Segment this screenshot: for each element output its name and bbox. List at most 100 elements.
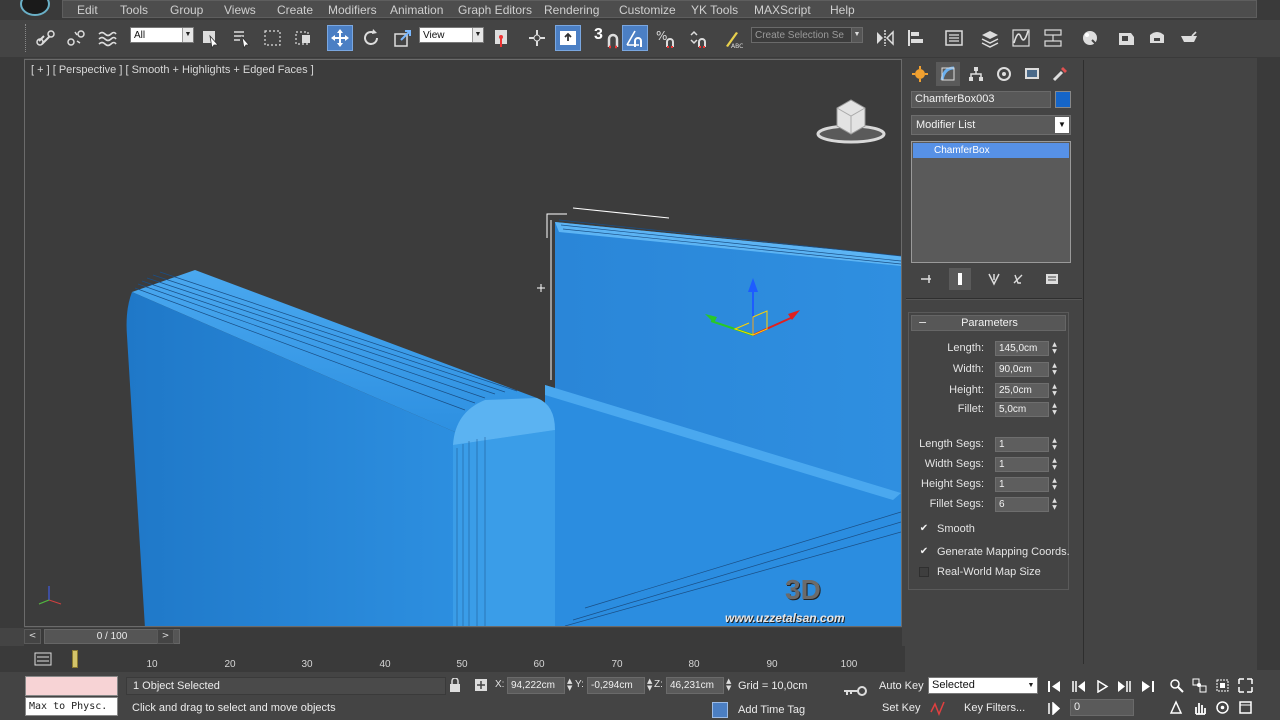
mapping-coords-checkbox[interactable]: ✔ Generate Mapping Coords. (919, 546, 1074, 560)
width-field[interactable]: 90,0cm (995, 362, 1049, 377)
zoom-extents-all-icon[interactable] (1236, 676, 1254, 694)
previous-frame-icon[interactable] (1070, 678, 1088, 694)
render-icon[interactable] (1176, 25, 1202, 51)
width-segs-spinner[interactable]: ▲ ▼ (1050, 457, 1059, 472)
fillet-segs-spinner[interactable]: ▲ ▼ (1050, 497, 1059, 512)
unlink-icon[interactable] (63, 25, 89, 51)
add-time-tag[interactable]: Add Time Tag (738, 704, 805, 716)
panel-scrollbar[interactable] (1257, 58, 1280, 670)
x-field[interactable]: 94,222cm (507, 677, 565, 694)
create-icon[interactable] (908, 62, 932, 86)
menu-help[interactable]: Help (830, 3, 855, 17)
scale-icon[interactable] (390, 25, 416, 51)
key-mode-dropdown[interactable]: Selected ▼ (928, 677, 1038, 694)
configure-modifier-sets-icon[interactable] (1041, 268, 1063, 290)
time-next-button[interactable]: > (157, 629, 174, 644)
z-spinner[interactable]: ▲ ▼ (726, 678, 731, 692)
menu-yk-tools[interactable]: YK Tools (691, 3, 738, 17)
modify-icon[interactable] (936, 62, 960, 86)
menu-tools[interactable]: Tools (120, 3, 148, 17)
frame-ruler[interactable]: 10 20 30 40 50 60 70 80 90 100 (70, 648, 890, 670)
open-mini-curve-editor-icon[interactable] (34, 650, 52, 668)
schematic-view-icon[interactable] (1040, 25, 1066, 51)
ref-coord-dropdown[interactable]: View ▼ (419, 27, 484, 43)
auto-key-button[interactable]: Auto Key (879, 680, 924, 692)
remove-modifier-icon[interactable] (1007, 268, 1029, 290)
pivot-center-icon[interactable] (489, 25, 515, 51)
bind-spacewarp-icon[interactable] (94, 25, 120, 51)
viewcube-icon[interactable] (815, 94, 887, 144)
fillet-field[interactable]: 5,0cm (995, 402, 1049, 417)
length-segs-field[interactable]: 1 (995, 437, 1049, 452)
menu-maxscript[interactable]: MAXScript (754, 3, 811, 17)
link-icon[interactable] (33, 25, 59, 51)
fillet-segs-field[interactable]: 6 (995, 497, 1049, 512)
maximize-viewport-icon[interactable] (1236, 698, 1254, 716)
selection-filter-dropdown[interactable]: All ▼ (130, 27, 194, 43)
modifier-list-dropdown[interactable]: Modifier List ▼ (911, 115, 1071, 135)
y-field[interactable]: -0,294cm (587, 677, 645, 694)
viewport-label[interactable]: [ + ] [ Perspective ] [ Smooth + Highlig… (31, 64, 314, 76)
checkmark-icon[interactable]: ✔ (919, 547, 929, 557)
material-editor-icon[interactable] (1077, 25, 1103, 51)
go-to-start-icon[interactable] (1045, 678, 1063, 694)
display-icon[interactable] (1020, 62, 1044, 86)
maxscript-listener-output[interactable] (25, 676, 118, 696)
zoom-all-icon[interactable] (1190, 676, 1208, 694)
layer-manager-icon[interactable] (977, 25, 1003, 51)
field-of-view-icon[interactable] (1167, 698, 1185, 716)
length-field[interactable]: 145,0cm (995, 341, 1049, 356)
key-icon[interactable] (842, 684, 868, 698)
absolute-mode-icon[interactable] (474, 678, 488, 692)
show-end-result-icon[interactable] (949, 268, 971, 290)
menu-create[interactable]: Create (277, 3, 313, 17)
time-slider[interactable]: < 0 / 100 > (24, 628, 902, 646)
edit-named-selection-icon[interactable]: ABC (719, 25, 745, 51)
keyboard-shortcut-override-icon[interactable] (555, 25, 581, 51)
z-field[interactable]: 46,231cm (666, 677, 724, 694)
menu-rendering[interactable]: Rendering (544, 3, 599, 17)
menu-views[interactable]: Views (224, 3, 256, 17)
arm-rest-front[interactable] (453, 430, 555, 627)
window-crossing-icon[interactable] (291, 25, 317, 51)
current-frame-field[interactable]: 0 (1070, 699, 1134, 716)
orbit-icon[interactable] (1213, 698, 1231, 716)
checkbox-empty[interactable] (919, 567, 929, 577)
zoom-icon[interactable] (1167, 676, 1185, 694)
height-field[interactable]: 25,0cm (995, 383, 1049, 398)
render-frame-icon[interactable] (1144, 25, 1170, 51)
playhead[interactable] (72, 650, 78, 668)
object-color-swatch[interactable] (1055, 91, 1071, 108)
set-key-button[interactable]: Set Key (882, 702, 921, 714)
make-unique-icon[interactable] (983, 268, 1005, 290)
length-segs-spinner[interactable]: ▲ ▼ (1050, 437, 1059, 452)
time-tag-icon[interactable] (712, 702, 728, 718)
fillet-spinner[interactable]: ▲ ▼ (1050, 402, 1059, 417)
selection-lock-icon[interactable] (449, 678, 461, 692)
track-bar[interactable]: 10 20 30 40 50 60 70 80 90 100 (0, 646, 905, 672)
go-to-end-icon[interactable] (1139, 678, 1157, 694)
snap-toggle-icon[interactable] (597, 25, 623, 51)
pin-stack-icon[interactable] (915, 268, 937, 290)
default-in-out-tangents-icon[interactable] (930, 700, 946, 716)
toolbar-grip[interactable] (25, 24, 29, 52)
select-by-name-icon[interactable] (229, 25, 255, 51)
viewport-scene[interactable] (25, 60, 902, 627)
maxscript-listener-input[interactable]: Max to Physc. (25, 697, 118, 716)
menu-group[interactable]: Group (170, 3, 203, 17)
select-object-icon[interactable] (198, 25, 224, 51)
utilities-icon[interactable] (1048, 62, 1072, 86)
rect-selection-icon[interactable] (260, 25, 286, 51)
mirror-icon[interactable] (872, 25, 898, 51)
zoom-extents-icon[interactable] (1213, 676, 1231, 694)
spinner-snap-icon[interactable] (685, 25, 711, 51)
height-segs-field[interactable]: 1 (995, 477, 1049, 492)
manipulate-icon[interactable] (524, 25, 550, 51)
modifier-stack[interactable]: ChamferBox (911, 141, 1071, 263)
motion-icon[interactable] (992, 62, 1016, 86)
key-mode-toggle-icon[interactable] (1046, 700, 1064, 716)
rotate-icon[interactable] (358, 25, 384, 51)
named-selection-dropdown[interactable]: Create Selection Se ▼ (751, 27, 863, 43)
percent-snap-icon[interactable]: % (653, 25, 679, 51)
y-spinner[interactable]: ▲ ▼ (647, 678, 652, 692)
